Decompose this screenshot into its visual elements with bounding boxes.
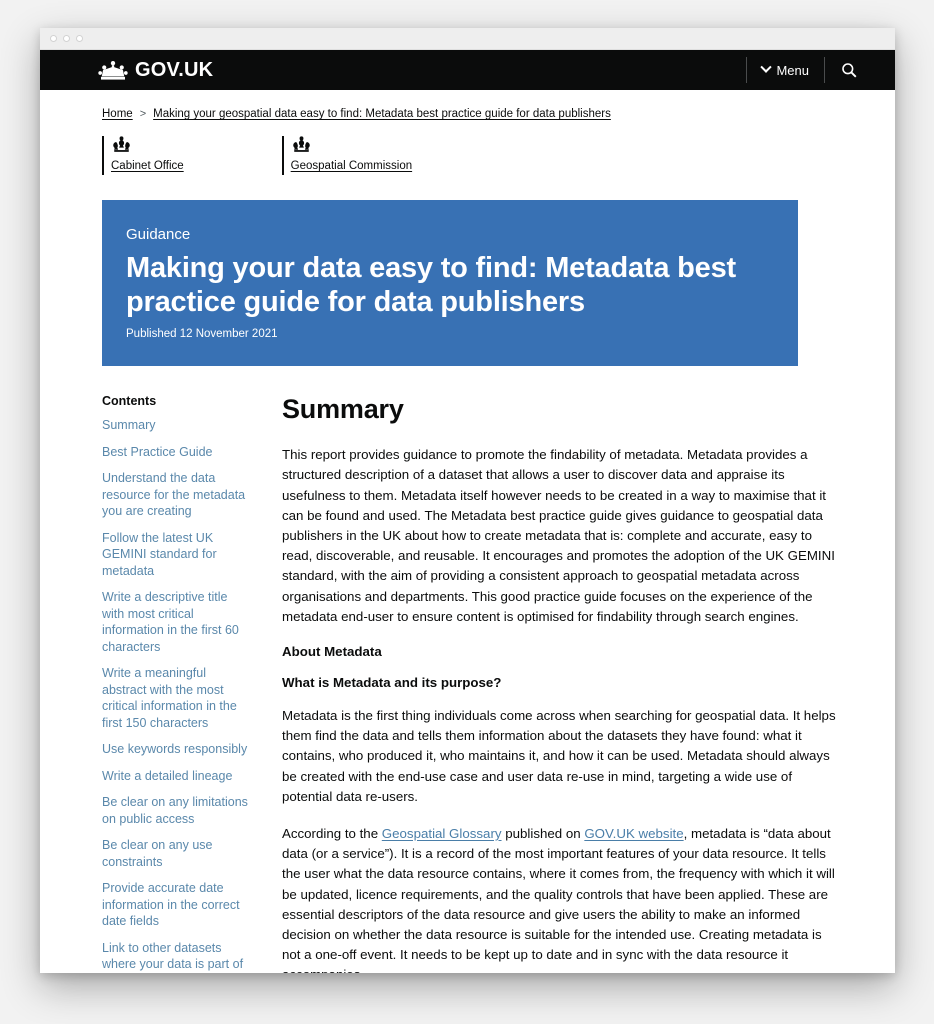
subheading-about-metadata: About Metadata <box>282 643 382 659</box>
browser-titlebar <box>40 28 895 50</box>
breadcrumb-home-link[interactable]: Home <box>102 108 133 120</box>
page-body: Home > Making your geospatial data easy … <box>40 90 895 973</box>
sidebar-item-summary[interactable]: Summary <box>102 417 250 434</box>
subheading-what-is-metadata: What is Metadata and its purpose? <box>282 674 502 690</box>
header-right-group: Menu <box>746 50 873 90</box>
search-button[interactable] <box>825 50 873 90</box>
publication-banner: Guidance Making your data easy to find: … <box>102 199 798 367</box>
geospatial-glossary-link[interactable]: Geospatial Glossary <box>382 826 502 841</box>
window-close-dot[interactable] <box>50 35 57 42</box>
govuk-website-link[interactable]: GOV.UK website <box>584 826 683 841</box>
govuk-header: GOV.UK Menu <box>40 50 895 90</box>
sidebar-item-public-access-limitations[interactable]: Be clear on any limitations on public ac… <box>102 794 250 827</box>
sidebar-item-detailed-lineage[interactable]: Write a detailed lineage <box>102 768 250 785</box>
sidebar-item-follow-uk-gemini[interactable]: Follow the latest UK GEMINI standard for… <box>102 530 250 580</box>
main-content: Summary This report provides guidance to… <box>264 394 839 973</box>
govuk-brand-text: GOV.UK <box>135 59 214 81</box>
organisation-name: Geospatial Commission <box>290 160 413 172</box>
search-icon <box>841 62 857 78</box>
royal-crest-icon <box>291 136 412 153</box>
page-title: Making your data easy to find: Metadata … <box>126 251 736 318</box>
summary-paragraph-1: This report provides guidance to promote… <box>282 447 835 624</box>
browser-viewport: GOV.UK Menu Home > Making your geospatia… <box>40 50 895 973</box>
window-minimize-dot[interactable] <box>63 35 70 42</box>
organisation-name: Cabinet Office <box>111 160 184 172</box>
publication-kicker: Guidance <box>126 225 191 243</box>
organisation-logos: Cabinet Office Geospatial Commission <box>102 136 839 175</box>
paragraph-3-text-after: , metadata is “data about data (or a ser… <box>282 825 835 973</box>
breadcrumb: Home > Making your geospatial data easy … <box>102 90 839 120</box>
organisation-cabinet-office[interactable]: Cabinet Office <box>102 136 184 175</box>
breadcrumb-separator-icon: > <box>139 108 147 120</box>
window-maximize-dot[interactable] <box>76 35 83 42</box>
breadcrumb-current-link[interactable]: Making your geospatial data easy to find… <box>153 108 611 120</box>
paragraph-3-text-between: published on <box>501 825 585 841</box>
royal-crest-icon <box>111 136 184 153</box>
sidebar-item-descriptive-title[interactable]: Write a descriptive title with most crit… <box>102 589 250 655</box>
sidebar-item-use-constraints[interactable]: Be clear on any use constraints <box>102 837 250 870</box>
content-columns: Contents Summary Best Practice Guide Und… <box>102 394 839 973</box>
chevron-down-icon <box>760 61 773 73</box>
contents-sidebar: Contents Summary Best Practice Guide Und… <box>102 394 264 973</box>
summary-paragraph-2: Metadata is the first thing individuals … <box>282 707 836 804</box>
browser-window: GOV.UK Menu Home > Making your geospatia… <box>40 28 895 973</box>
sidebar-item-link-other-datasets[interactable]: Link to other datasets where your data i… <box>102 940 250 973</box>
sidebar-item-date-information[interactable]: Provide accurate date information in the… <box>102 880 250 930</box>
sidebar-item-best-practice-guide[interactable]: Best Practice Guide <box>102 444 250 461</box>
sidebar-item-meaningful-abstract[interactable]: Write a meaningful abstract with the mos… <box>102 665 250 731</box>
menu-button[interactable]: Menu <box>747 50 824 90</box>
contents-heading: Contents <box>102 394 157 409</box>
publication-date: Published 12 November 2021 <box>126 328 278 341</box>
menu-button-label: Menu <box>776 62 809 78</box>
crown-icon <box>98 60 128 81</box>
sidebar-item-use-keywords[interactable]: Use keywords responsibly <box>102 741 250 758</box>
summary-paragraph-3: According to the Geospatial Glossary pub… <box>282 824 839 973</box>
organisation-geospatial-commission[interactable]: Geospatial Commission <box>281 136 413 175</box>
sidebar-item-understand-data-resource[interactable]: Understand the data resource for the met… <box>102 470 250 520</box>
paragraph-3-text-before: According to the <box>282 825 382 841</box>
govuk-home-link[interactable]: GOV.UK <box>98 60 213 81</box>
screenshot-stage: GOV.UK Menu Home > Making your geospatia… <box>0 0 934 1024</box>
section-heading-summary: Summary <box>282 394 404 425</box>
